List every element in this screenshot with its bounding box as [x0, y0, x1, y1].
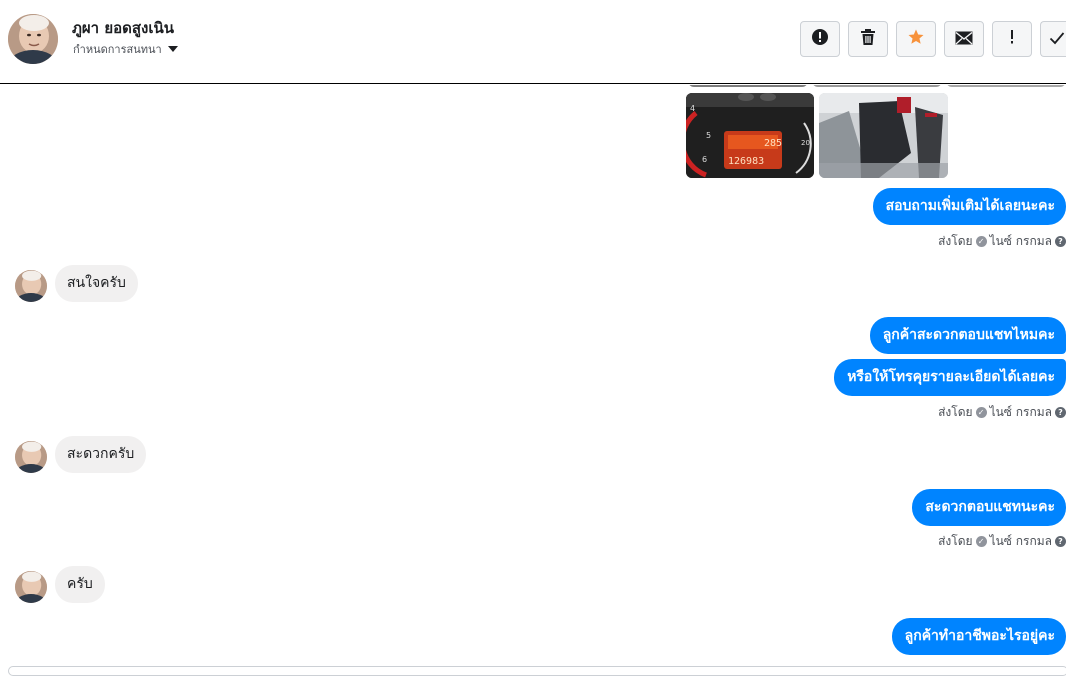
sender-name[interactable]: ไนซ์ กรกมล: [990, 232, 1052, 251]
assign-conversation-dropdown[interactable]: กำหนดการสนทนา: [73, 40, 178, 58]
sent-by-line: ส่งโดย ✓ ไนซ์ กรกมล ?: [938, 532, 1066, 551]
car-seat-photo[interactable]: [819, 93, 948, 178]
help-icon[interactable]: ?: [1055, 536, 1066, 547]
check-circle-icon: ✓: [975, 536, 987, 547]
odometer-readout: 126983: [728, 156, 764, 167]
check-icon: [1049, 30, 1065, 49]
outgoing-message[interactable]: สอบถามเพิ่มเติมได้เลยนะคะ: [872, 188, 1066, 225]
mark-unread-button[interactable]: [944, 21, 984, 57]
outgoing-message[interactable]: ลูกค้าทำอาชีพอะไรอยู่คะ: [891, 618, 1066, 655]
sent-by-line: ส่งโดย ✓ ไนซ์ กรกมล ?: [938, 403, 1066, 422]
envelope-icon: [955, 30, 973, 49]
follow-up-button[interactable]: [992, 21, 1032, 57]
outgoing-message[interactable]: ลูกค้าสะดวกตอบแชทไหมคะ: [869, 317, 1066, 354]
exclamation-icon: [1009, 29, 1015, 49]
gauge-tick-label: 5: [706, 131, 711, 140]
trash-icon: [860, 28, 876, 50]
contact-avatar-small[interactable]: [15, 270, 47, 302]
done-button[interactable]: [1040, 21, 1066, 57]
sent-by-label: ส่งโดย: [938, 405, 973, 419]
message-thread[interactable]: 285 126983 4 5 6 20 สอบถามเพิ่มเติมได้เล…: [0, 85, 1066, 671]
spam-button[interactable]: [800, 21, 840, 57]
attachment-photos: 285 126983 4 5 6 20: [686, 93, 948, 178]
contact-avatar-small[interactable]: [15, 441, 47, 473]
sent-by-line: ส่งโดย ✓ ไนซ์ กรกมล ?: [938, 232, 1066, 251]
sender-name[interactable]: ไนซ์ กรกมล: [990, 532, 1052, 551]
sent-by-label: ส่งโดย: [938, 534, 973, 548]
conversation-header: ภูผา ยอดสูงเนิน กำหนดการสนทนา: [0, 0, 1066, 84]
outgoing-message[interactable]: หรือให้โทรคุยรายละเอียดได้เลยคะ: [834, 359, 1066, 396]
contact-name: ภูผา ยอดสูงเนิน: [72, 19, 174, 37]
caret-down-icon: [167, 46, 178, 52]
star-button[interactable]: [896, 21, 936, 57]
incoming-message[interactable]: ครับ: [55, 566, 105, 603]
previous-photo-row: [688, 85, 1066, 87]
conversation-toolbar: [800, 21, 1066, 57]
sent-by-label: ส่งโดย: [938, 234, 973, 248]
contact-avatar-small[interactable]: [15, 571, 47, 603]
gauge-tick-label: 20: [801, 139, 810, 147]
trip-readout: 285: [764, 138, 782, 149]
incoming-message[interactable]: สนใจครับ: [55, 265, 138, 302]
incoming-message[interactable]: สะดวกครับ: [55, 436, 147, 473]
outgoing-message[interactable]: สะดวกตอบแชทนะคะ: [912, 489, 1066, 526]
help-icon[interactable]: ?: [1055, 236, 1066, 247]
check-circle-icon: ✓: [975, 236, 987, 247]
gauge-tick-label: 4: [690, 104, 695, 113]
sender-name[interactable]: ไนซ์ กรกมล: [990, 403, 1052, 422]
help-icon[interactable]: ?: [1055, 407, 1066, 418]
check-circle-icon: ✓: [975, 407, 987, 418]
message-composer[interactable]: [8, 666, 1066, 676]
assign-conversation-label: กำหนดการสนทนา: [73, 43, 162, 56]
contact-avatar[interactable]: [8, 14, 58, 64]
dashboard-photo[interactable]: 285 126983 4 5 6 20: [686, 93, 814, 178]
star-icon: [907, 28, 925, 50]
gauge-tick-label: 6: [702, 155, 707, 164]
alert-circle-icon: [811, 28, 829, 50]
delete-button[interactable]: [848, 21, 888, 57]
